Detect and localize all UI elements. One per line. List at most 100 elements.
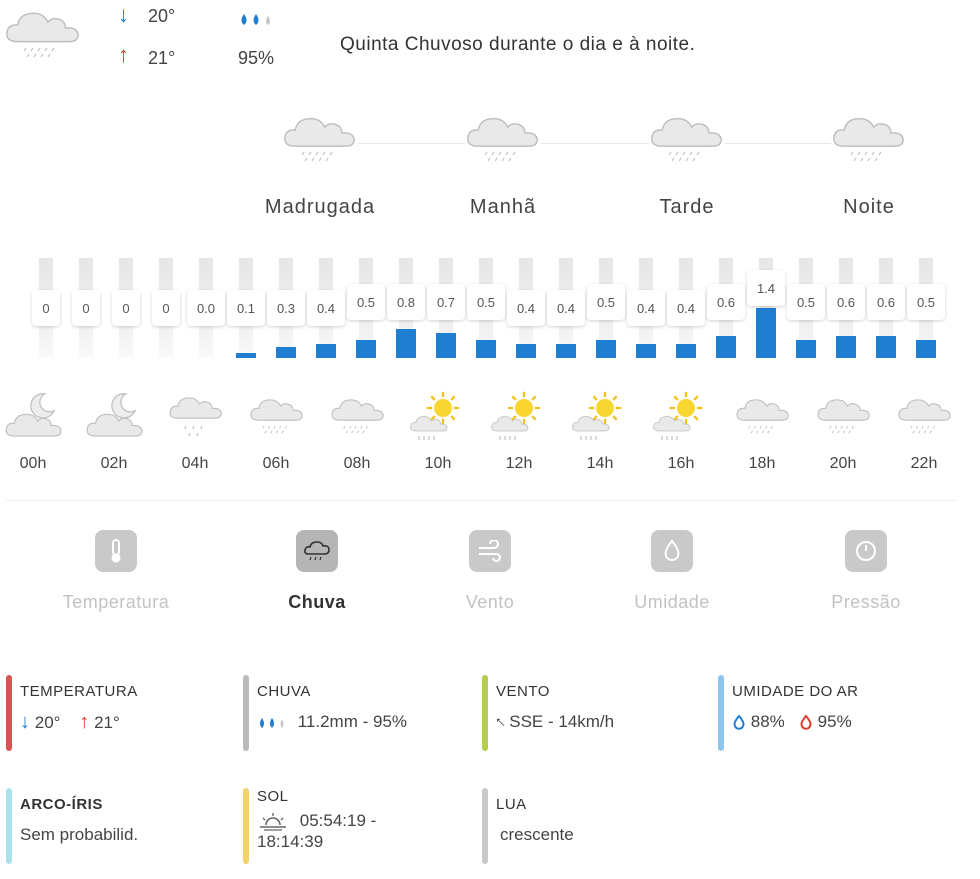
period-label: Tarde	[659, 196, 715, 218]
vento-accent-bar	[482, 675, 488, 751]
detail-max-temp: 21°	[94, 713, 120, 732]
rain-bar	[796, 340, 816, 358]
rain-value-label: 0.4	[667, 290, 705, 326]
detail-arco-iris: ARCO-ÍRIS Sem probabilid.	[6, 788, 230, 864]
detail-vento-title: VENTO	[496, 683, 550, 700]
rain-chance: 95%	[238, 48, 275, 68]
detail-sol-title: SOL	[257, 788, 289, 805]
period-connector-line	[320, 143, 890, 144]
rain-value-label: 0	[32, 290, 60, 326]
hour-label: 12h	[505, 455, 533, 472]
detail-chuva-value: 11.2mm - 95%	[297, 712, 408, 731]
max-arrow-icon: ↑	[79, 711, 90, 733]
rain-cloud-icon	[296, 530, 338, 572]
max-humidity-drop-icon	[800, 713, 812, 730]
rain-cloud-icon	[649, 112, 725, 170]
detail-temperatura-title: TEMPERATURA	[20, 683, 138, 700]
tab-pressao[interactable]: Pressão	[786, 530, 946, 613]
max-temp: 21°	[148, 48, 176, 68]
tab-temperatura[interactable]: Temperatura	[36, 530, 196, 613]
rain-drops-icon	[260, 717, 284, 728]
hour-label: 22h	[910, 455, 938, 472]
hour-label: 10h	[424, 455, 452, 472]
sun-rain-icon	[569, 390, 631, 446]
rain-value-label: 0.4	[507, 290, 545, 326]
day-weather-icon	[4, 6, 82, 68]
hour-label: 18h	[748, 455, 776, 472]
rain-cloud-icon	[893, 390, 955, 446]
rain-bar	[276, 347, 296, 358]
rain-bar	[516, 344, 536, 358]
tab-chuva-label: Chuva	[288, 592, 346, 612]
rain-cloud-icon	[465, 112, 541, 170]
hour-label: 20h	[829, 455, 857, 472]
hour-label: 04h	[181, 455, 209, 472]
rain-bar	[236, 353, 256, 358]
rain-value-label: 0.4	[307, 290, 345, 326]
arco-iris-accent-bar	[6, 788, 12, 864]
rain-value-label: 0.0	[187, 290, 225, 326]
sunrise-icon	[260, 812, 286, 831]
rain-value-label: 0.5	[587, 284, 625, 320]
min-humidity-drop-icon	[733, 713, 745, 730]
detail-sol-values: 05:54:19 - 18:14:39	[257, 811, 477, 852]
detail-vento-values: ↑ SSE - 14km/h	[490, 712, 716, 732]
rain-value-label: 0.3	[267, 290, 305, 326]
detail-chuva-title: CHUVA	[257, 683, 311, 700]
detail-umidade-title: UMIDADE DO AR	[732, 683, 859, 700]
detail-lua-value: crescente	[500, 825, 574, 844]
rain-value-label: 0.6	[707, 284, 745, 320]
rain-cloud-icon	[831, 112, 907, 170]
thermometer-icon	[95, 530, 137, 572]
rain-bar	[676, 344, 696, 358]
max-temp-arrow-icon: ↑	[118, 42, 129, 67]
period-label: Madrugada	[264, 196, 376, 218]
sun-rain-icon	[488, 390, 550, 446]
lua-accent-bar	[482, 788, 488, 864]
tab-vento-label: Vento	[465, 592, 515, 612]
wind-icon	[469, 530, 511, 572]
rain-value-label: 0	[72, 290, 100, 326]
detail-lua-title: LUA	[496, 796, 527, 813]
rain-bar	[316, 344, 336, 358]
rain-bar	[716, 336, 736, 358]
detail-umidade: UMIDADE DO AR 88% 95%	[718, 675, 962, 751]
moon-cloud-icon	[83, 390, 145, 446]
humidity-drop-icon	[651, 530, 693, 572]
detail-arco-iris-value: Sem probabilid.	[20, 825, 139, 844]
rain-bar	[556, 344, 576, 358]
rain-value-label: 0.1	[227, 290, 265, 326]
rain-value-label: 0.6	[827, 284, 865, 320]
rain-value-label: 0.6	[867, 284, 905, 320]
rain-value-label: 1.4	[747, 270, 785, 306]
rain-value-label: 0.4	[627, 290, 665, 326]
detail-temperatura: TEMPERATURA ↓ 20° ↑ 21°	[6, 675, 230, 751]
tab-umidade[interactable]: Umidade	[592, 530, 752, 613]
tab-chuva[interactable]: Chuva	[237, 530, 397, 613]
tab-pressao-label: Pressão	[831, 592, 901, 612]
chuva-accent-bar	[243, 675, 249, 751]
period-label: Noite	[843, 196, 895, 218]
rain-bar	[756, 308, 776, 358]
temperatura-accent-bar	[6, 675, 12, 751]
day-summary-text: Quinta Chuvoso durante o dia e à noite.	[340, 34, 696, 55]
tab-vento[interactable]: Vento	[410, 530, 570, 613]
hour-label: 06h	[262, 455, 290, 472]
tab-umidade-label: Umidade	[634, 592, 710, 612]
wind-direction-arrow-icon: ↑	[490, 711, 510, 732]
rain-value-label: 0.4	[547, 290, 585, 326]
sunset-time: 18:14:39	[257, 831, 324, 851]
detail-min-temp: 20°	[34, 713, 61, 732]
detail-lua: LUA crescente	[482, 788, 716, 864]
hour-label: 00h	[19, 455, 47, 472]
detail-sol: SOL 05:54:19 - 18:14:39	[243, 788, 477, 864]
rain-bar	[916, 340, 936, 358]
rain-value-label: 0.5	[467, 284, 505, 320]
detail-temperatura-values: ↓ 20° ↑ 21°	[20, 712, 230, 733]
detail-umidade-values: 88% 95%	[732, 712, 962, 732]
min-temp-arrow-icon: ↓	[118, 2, 129, 27]
rain-bar	[596, 340, 616, 358]
rain-bar	[636, 344, 656, 358]
sun-rain-icon	[407, 390, 469, 446]
hour-label: 14h	[586, 455, 614, 472]
